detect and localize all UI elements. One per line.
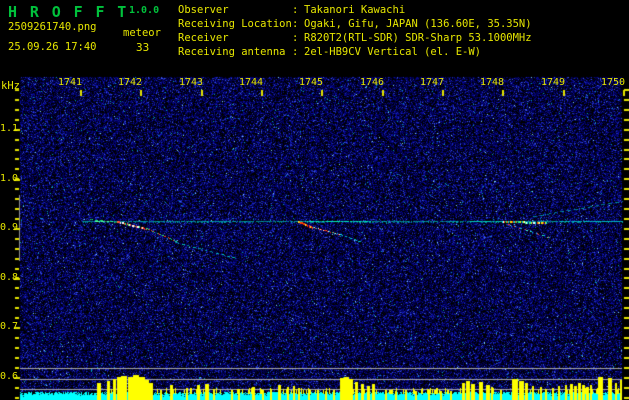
- info-colon: :: [292, 4, 299, 16]
- info-label: Observer: [178, 4, 229, 16]
- frequency-axis-unit-label: kHz: [1, 80, 20, 92]
- x-axis-label: 1745: [299, 77, 324, 88]
- receiver-info: Observer: Takanori Kawachi Receiving Loca…: [178, 3, 532, 59]
- info-row-observer: Observer: Takanori Kawachi: [178, 3, 532, 17]
- meteor-count: 33: [136, 41, 150, 54]
- info-row-receiver: Receiver: R820T2(RTL-SDR) SDR-Sharp 53.10…: [178, 31, 532, 45]
- y-axis-label: 0.8: [0, 272, 19, 283]
- info-row-antenna: Receiving antenna:2el-HB9CV Vertical (el…: [178, 45, 532, 59]
- file-name: 2509261740.png: [8, 21, 97, 33]
- x-axis-label: 1746: [360, 77, 385, 88]
- info-colon: :: [292, 18, 299, 30]
- x-axis-label: 1750: [601, 77, 626, 88]
- info-value: Takanori Kawachi: [304, 4, 406, 16]
- info-row-location: Receiving Location: Ogaki, Gifu, JAPAN (1…: [178, 17, 532, 31]
- y-axis-label: 0.7: [0, 321, 19, 332]
- info-label: Receiving Location: [178, 18, 292, 30]
- x-axis-label: 1748: [480, 77, 505, 88]
- x-axis-label: 1747: [420, 77, 445, 88]
- info-colon: :: [292, 46, 299, 58]
- info-colon: :: [292, 32, 299, 44]
- info-label: Receiving antenna: [178, 46, 286, 58]
- info-value: Ogaki, Gifu, JAPAN (136.60E, 35.35N): [304, 18, 532, 30]
- mode-label: meteor: [123, 27, 161, 39]
- file-datetime: 25.09.26 17:40: [8, 41, 97, 53]
- y-axis-label: 0.9: [0, 222, 19, 233]
- x-axis-label: 1742: [118, 77, 143, 88]
- x-axis-label: 1749: [541, 77, 566, 88]
- y-axis-label: 1.1: [0, 123, 19, 134]
- x-axis-label: 1744: [239, 77, 264, 88]
- spectrogram-canvas: [0, 0, 629, 400]
- y-axis-label: 1.0: [0, 173, 19, 184]
- app-version: 1.0.0: [129, 5, 160, 16]
- info-label: Receiver: [178, 32, 229, 44]
- x-axis-label: 1743: [179, 77, 204, 88]
- y-axis-label: 0.6: [0, 371, 19, 382]
- x-axis-label: 1741: [58, 77, 83, 88]
- app-title: H R O F F T: [8, 3, 129, 21]
- info-value: 2el-HB9CV Vertical (el. E-W): [304, 46, 482, 58]
- info-value: R820T2(RTL-SDR) SDR-Sharp 53.1000MHz: [304, 32, 532, 44]
